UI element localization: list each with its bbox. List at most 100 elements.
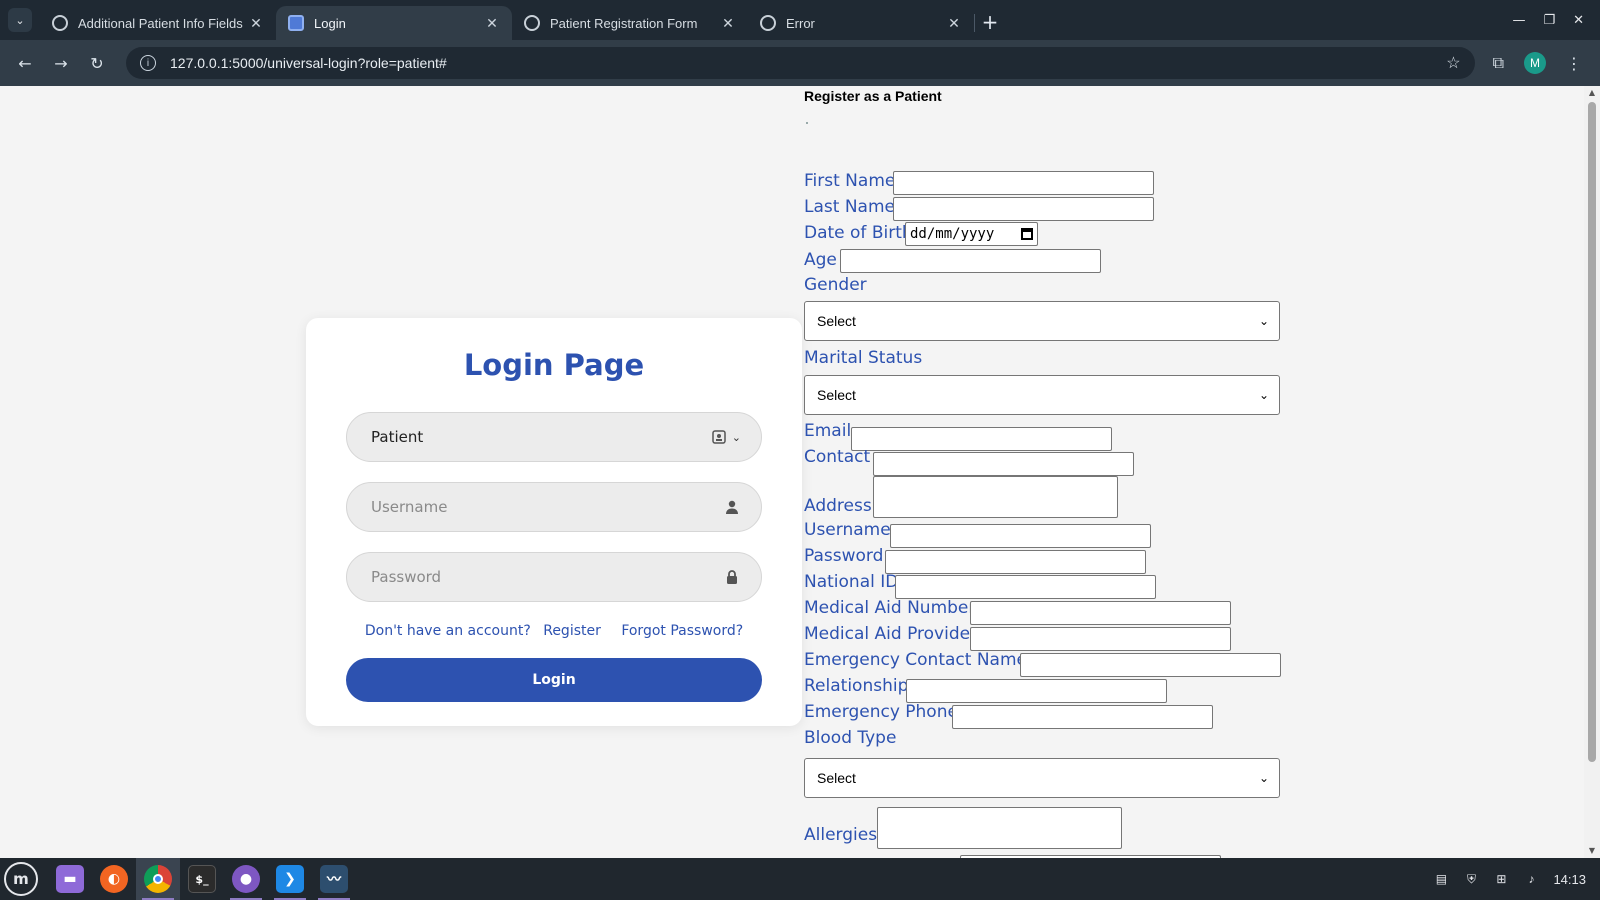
reload-icon[interactable]: ↻ — [82, 48, 112, 78]
forward-icon[interactable]: → — [46, 48, 76, 78]
github-desktop-icon: ● — [232, 865, 260, 893]
emergency-phone-field[interactable] — [952, 705, 1213, 729]
window-controls: — ❐ ✕ — [1512, 13, 1600, 40]
medical-aid-provider-label: Medical Aid Provider — [804, 624, 978, 644]
role-select[interactable]: Patient ⌄ — [346, 412, 762, 462]
relationship-label: Relationship — [804, 676, 909, 696]
emergency-contact-name-label: Emergency Contact Name — [804, 650, 1027, 670]
login-button[interactable]: Login — [346, 658, 762, 702]
firefox-icon: ◐ — [100, 865, 128, 893]
close-icon[interactable]: ✕ — [484, 15, 500, 32]
terminal-app[interactable]: $_ — [180, 858, 224, 900]
role-select-value: Patient — [371, 428, 424, 446]
network-icon[interactable]: ⊞ — [1493, 871, 1509, 887]
chevron-down-icon: ⌄ — [731, 430, 741, 444]
menu-icon[interactable]: ⋮ — [1566, 54, 1582, 73]
username-input[interactable]: Username — [346, 482, 762, 532]
chrome-icon — [144, 865, 172, 893]
blood-type-label: Blood Type — [804, 728, 897, 748]
contact-label: Contact — [804, 447, 871, 467]
blood-type-select[interactable]: Select ⌄ — [804, 758, 1280, 798]
allergies-label: Allergies — [804, 825, 878, 845]
close-icon[interactable]: ✕ — [720, 15, 736, 32]
scroll-up-icon[interactable]: ▲ — [1587, 88, 1597, 98]
back-icon[interactable]: ← — [10, 48, 40, 78]
url-text[interactable]: 127.0.0.1:5000/universal-login?role=pati… — [170, 55, 1446, 71]
globe-icon — [524, 15, 540, 31]
dob-placeholder: dd/mm/yyyy — [910, 226, 995, 242]
address-label: Address — [804, 496, 872, 516]
contact-field[interactable] — [873, 452, 1134, 476]
files-icon: ▬ — [56, 865, 84, 893]
username-field[interactable] — [890, 524, 1151, 548]
first-name-field[interactable] — [893, 171, 1154, 195]
browser-toolbar: ← → ↻ i 127.0.0.1:5000/universal-login?r… — [0, 40, 1600, 86]
emergency-contact-name-field[interactable] — [1020, 653, 1281, 677]
tab-patient-registration[interactable]: Patient Registration Form ✕ — [512, 6, 748, 40]
marital-status-select-value: Select — [817, 387, 856, 403]
first-name-label: First Name — [804, 171, 896, 191]
chevron-down-icon: ⌄ — [1258, 771, 1269, 785]
clock[interactable]: 14:13 — [1553, 872, 1586, 887]
calendar-icon[interactable] — [1021, 228, 1033, 240]
lock-icon — [723, 568, 741, 586]
forgot-password-link[interactable]: Forgot Password? — [621, 623, 743, 639]
scrollbar[interactable]: ▲ ▼ — [1584, 86, 1600, 858]
tab-error[interactable]: Error ✕ — [748, 6, 974, 40]
username-label: Username — [804, 520, 891, 540]
address-bar[interactable]: i 127.0.0.1:5000/universal-login?role=pa… — [126, 47, 1475, 79]
volume-icon[interactable]: ♪ — [1523, 871, 1539, 887]
new-tab-button[interactable]: + — [975, 7, 1005, 37]
relationship-field[interactable] — [906, 679, 1167, 703]
tab-additional-info[interactable]: Additional Patient Info Fields ✕ — [40, 6, 276, 40]
clipboard-icon[interactable]: ▤ — [1433, 871, 1449, 887]
last-name-field[interactable] — [893, 197, 1154, 221]
national-id-label: National ID — [804, 572, 899, 592]
mysql-workbench-icon: 〰 — [320, 865, 348, 893]
site-info-icon[interactable]: i — [140, 55, 156, 71]
mint-menu-icon[interactable]: m — [4, 862, 38, 896]
register-link[interactable]: Register — [543, 623, 601, 639]
close-icon[interactable]: ✕ — [946, 15, 962, 32]
vscode-icon: ❯ — [276, 865, 304, 893]
age-field[interactable] — [840, 249, 1101, 273]
mysql-workbench-app[interactable]: 〰 — [312, 858, 356, 900]
shield-icon[interactable]: ⛨ — [1463, 871, 1479, 887]
chrome-app[interactable] — [136, 858, 180, 900]
dob-field[interactable]: dd/mm/yyyy — [905, 222, 1038, 246]
scroll-down-icon[interactable]: ▼ — [1587, 846, 1597, 856]
close-window-icon[interactable]: ✕ — [1573, 13, 1584, 28]
medical-aid-number-field[interactable] — [970, 601, 1231, 625]
files-app[interactable]: ▬ — [48, 858, 92, 900]
github-desktop-app[interactable]: ● — [224, 858, 268, 900]
login-title: Login Page — [463, 348, 645, 382]
no-account-text: Don't have an account? — [364, 623, 531, 639]
bookmark-star-icon[interactable]: ☆ — [1446, 53, 1460, 73]
minimize-icon[interactable]: — — [1512, 13, 1525, 28]
email-field[interactable] — [851, 427, 1112, 451]
tab-search-button[interactable]: ⌄ — [8, 8, 32, 32]
chevron-down-icon: ⌄ — [1258, 388, 1269, 402]
close-icon[interactable]: ✕ — [248, 15, 264, 32]
avatar[interactable]: M — [1524, 52, 1546, 74]
password-input[interactable]: Password — [346, 552, 762, 602]
tab-title: Additional Patient Info Fields — [78, 15, 243, 31]
medical-aid-provider-field[interactable] — [970, 627, 1231, 651]
tab-title: Login — [314, 15, 346, 31]
national-id-field[interactable] — [895, 575, 1156, 599]
address-field[interactable] — [873, 476, 1118, 518]
scroll-thumb[interactable] — [1588, 102, 1596, 762]
firefox-app[interactable]: ◐ — [92, 858, 136, 900]
vscode-app[interactable]: ❯ — [268, 858, 312, 900]
medical-aid-number-label: Medical Aid Number — [804, 598, 976, 618]
allergies-field[interactable] — [877, 807, 1122, 849]
restore-icon[interactable]: ❐ — [1543, 13, 1555, 28]
gender-label: Gender — [804, 275, 867, 295]
marital-status-select[interactable]: Select ⌄ — [804, 375, 1280, 415]
gender-select[interactable]: Select ⌄ — [804, 301, 1280, 341]
toolbar-actions: ⧉ M ⋮ — [1493, 52, 1590, 74]
tab-login[interactable]: Login ✕ — [276, 6, 512, 40]
password-field[interactable] — [885, 550, 1146, 574]
login-links: Don't have an account? Register Forgot P… — [306, 623, 802, 639]
extensions-icon[interactable]: ⧉ — [1493, 53, 1504, 73]
